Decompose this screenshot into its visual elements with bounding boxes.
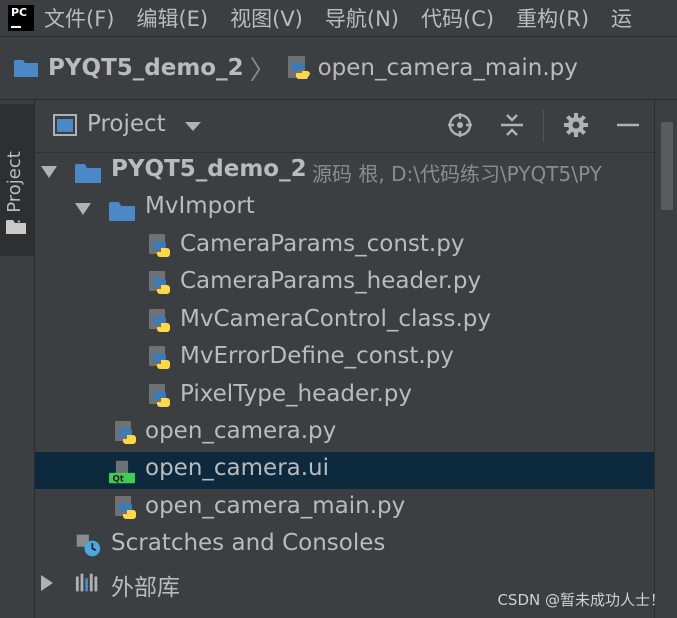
list-item[interactable]: CameraParams_header.py [35,265,654,302]
left-tool-strip: 1: Project [0,100,35,618]
folder-icon [109,202,135,221]
svg-text:Qt: Qt [112,475,124,485]
menu-refactor[interactable]: 重构(R) [516,3,589,33]
tree-folder[interactable]: MvImport [35,190,654,227]
list-item[interactable]: PixelType_header.py [35,378,654,415]
project-window-icon [53,114,77,136]
scratches-item[interactable]: Scratches and Consoles [35,527,654,564]
scratches-label: Scratches and Consoles [111,530,386,556]
list-item[interactable]: CameraParams_const.py [35,228,654,265]
menu-run[interactable]: 运 [611,3,632,33]
menu-edit[interactable]: 编辑(E) [136,3,208,33]
menu-navigate[interactable]: 导航(N) [325,3,399,33]
collapse-all-icon[interactable] [499,112,525,138]
folder-label: MvImport [145,193,255,219]
python-file-icon [149,309,170,332]
project-tree: PYQT5_demo_2 源码 根, D:\代码练习\PYQT5\PY MvIm… [35,153,654,618]
toolbar-divider [543,110,544,142]
app-logo-text: PC [11,6,28,19]
qt-ui-file-icon: Qt [109,460,135,485]
python-file-icon [149,384,170,407]
scratches-clock-icon [76,534,101,557]
menu-code[interactable]: 代码(C) [421,3,494,33]
chevron-right-icon[interactable] [41,575,53,591]
external-libraries-label: 外部库 [111,575,180,601]
pycharm-logo-icon[interactable]: PC [8,5,34,31]
root-path-hint: 源码 根, D:\代码练习\PYQT5\PY [312,162,602,186]
menu-file[interactable]: 文件(F) [44,3,114,33]
locate-icon[interactable] [447,112,473,138]
breadcrumb-separator: 〉 [249,55,276,86]
breadcrumb: PYQT5_demo_2 〉 open_camera_main.py [0,37,677,100]
scrollbar[interactable] [661,122,673,210]
tab-project[interactable]: 1: Project [0,104,34,256]
file-label: open_camera_main.py [145,493,406,519]
folder-icon [75,164,101,183]
python-file-icon [115,421,136,444]
editor-edge [654,100,677,618]
breadcrumb-file[interactable]: open_camera_main.py [318,55,578,81]
file-label: open_camera.ui [145,455,330,481]
list-item[interactable]: open_camera_main.py [35,490,654,527]
chevron-down-icon[interactable] [41,166,57,178]
folder-icon [6,220,26,234]
file-label: MvErrorDefine_const.py [180,343,454,369]
hide-panel-icon[interactable] [615,112,641,138]
view-dropdown-icon[interactable] [185,122,201,131]
list-item[interactable]: open_camera.py [35,415,654,452]
python-file-icon [115,496,136,519]
file-label: CameraParams_header.py [180,268,482,294]
gear-icon[interactable] [563,112,589,138]
python-file-icon [149,234,170,257]
chevron-down-icon[interactable] [75,203,91,215]
python-file-icon [149,346,170,369]
library-icon [75,573,98,592]
root-label: PYQT5_demo_2 [111,156,307,182]
project-panel-header: Project [35,100,654,153]
list-item[interactable]: MvErrorDefine_const.py [35,340,654,377]
python-file-icon [287,56,310,79]
panel-title: Project [87,111,166,137]
menu-bar: PC 文件(F) 编辑(E) 视图(V) 导航(N) 代码(C) 重构(R) 运 [0,0,677,37]
app-logo-bar [11,26,21,28]
watermark: CSDN @暂未成功人士！ [497,591,665,609]
tree-root[interactable]: PYQT5_demo_2 源码 根, D:\代码练习\PYQT5\PY [35,153,654,190]
file-label: open_camera.py [145,418,337,444]
python-file-icon [149,271,170,294]
menu-view[interactable]: 视图(V) [230,3,303,33]
file-label: MvCameraControl_class.py [180,306,491,332]
file-label: PixelType_header.py [180,381,412,407]
folder-icon [14,60,38,77]
file-label: CameraParams_const.py [180,231,465,257]
list-item[interactable]: MvCameraControl_class.py [35,303,654,340]
list-item-selected[interactable]: Qt open_camera.ui [35,452,654,489]
breadcrumb-project[interactable]: PYQT5_demo_2 [48,55,244,81]
